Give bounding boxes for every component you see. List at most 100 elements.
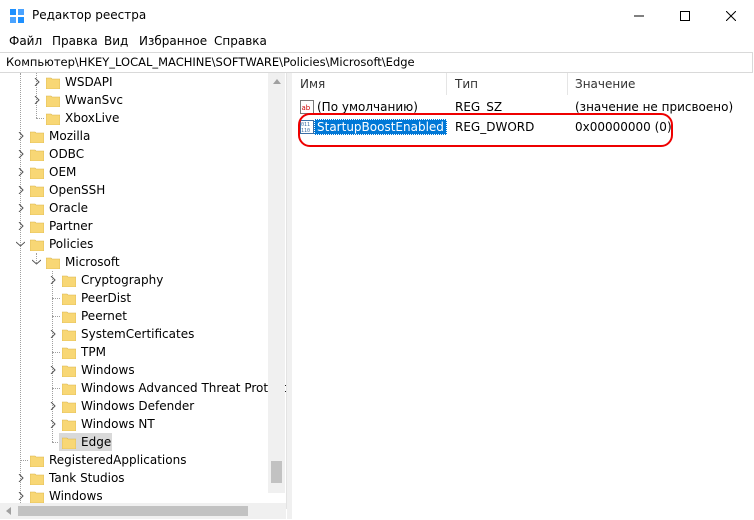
chevron-right-icon[interactable] <box>16 131 26 141</box>
chevron-right-icon[interactable] <box>16 203 26 213</box>
chevron-right-icon[interactable] <box>16 185 26 195</box>
tree-item-label: Tank Studios <box>49 471 125 485</box>
folder-icon <box>62 437 76 449</box>
folder-icon <box>30 185 44 197</box>
tree-guide <box>52 271 53 442</box>
pane-splitter[interactable] <box>287 73 292 519</box>
folder-icon <box>30 131 44 143</box>
scroll-left-arrow-icon[interactable] <box>0 503 17 519</box>
column-header-type[interactable]: Тип <box>455 77 478 91</box>
tree-item-label: Windows NT <box>81 417 155 431</box>
menu-file[interactable]: Файл <box>9 34 42 48</box>
chevron-right-icon[interactable] <box>48 419 58 429</box>
tree-item-label: Mozilla <box>49 129 91 143</box>
tree-item-label: SystemCertificates <box>81 327 195 341</box>
value-name: (По умолчанию) <box>317 100 418 114</box>
menu-edit[interactable]: Правка <box>52 34 98 48</box>
folder-icon <box>30 491 44 503</box>
tree-item-label: Windows <box>49 489 103 503</box>
tree-vertical-scrollbar[interactable] <box>268 73 285 493</box>
chevron-right-icon[interactable] <box>16 473 26 483</box>
folder-open-icon <box>46 257 60 269</box>
folder-icon <box>46 77 60 89</box>
maximize-button[interactable] <box>662 0 708 31</box>
chevron-right-icon[interactable] <box>16 221 26 231</box>
chevron-right-icon[interactable] <box>48 329 58 339</box>
tree-item-label: ODBC <box>49 147 85 161</box>
tree-item-label: Microsoft <box>65 255 120 269</box>
tree-item-label: Peernet <box>81 309 127 323</box>
window-title: Редактор реестра <box>32 8 147 22</box>
folder-icon <box>46 113 60 125</box>
tree-item-label: PeerDist <box>81 291 132 305</box>
value-data: (значение не присвоено) <box>575 100 734 114</box>
tree-guide <box>20 460 28 461</box>
chevron-right-icon[interactable] <box>48 275 58 285</box>
tree-item-label: WwanSvc <box>65 93 123 107</box>
scrollbar-thumb[interactable] <box>18 506 248 516</box>
value-type: REG_SZ <box>455 100 503 114</box>
chevron-right-icon[interactable] <box>32 77 42 87</box>
address-bar[interactable]: Компьютер\HKEY_LOCAL_MACHINE\SOFTWARE\Po… <box>0 52 753 73</box>
tree-guide <box>36 118 44 119</box>
folder-icon <box>30 473 44 485</box>
tree-item-label: RegisteredApplications <box>49 453 187 467</box>
tree-horizontal-scrollbar[interactable] <box>0 503 286 519</box>
folder-icon <box>62 365 76 377</box>
key-tree[interactable]: WSDAPI WwanSvc XboxLive Mozilla ODBC OEM… <box>0 73 287 509</box>
folder-icon <box>62 293 76 305</box>
column-header-data[interactable]: Значение <box>575 77 635 91</box>
tree-item-label: Edge <box>81 435 112 449</box>
tree-guide <box>52 388 60 389</box>
chevron-right-icon[interactable] <box>16 167 26 177</box>
folder-icon <box>62 419 76 431</box>
scrollbar-thumb[interactable] <box>271 461 282 483</box>
tree-guide <box>52 316 60 317</box>
maximize-icon <box>680 10 690 21</box>
folder-icon <box>62 329 76 341</box>
folder-icon <box>62 347 76 359</box>
svg-text:ab: ab <box>302 104 311 112</box>
menu-bar: Файл Правка Вид Избранное Справка <box>0 31 754 51</box>
tree-item-label: OpenSSH <box>49 183 106 197</box>
tree-item-label: Windows Advanced Threat Protection <box>81 381 287 395</box>
address-path: Компьютер\HKEY_LOCAL_MACHINE\SOFTWARE\Po… <box>6 55 415 69</box>
chevron-right-icon[interactable] <box>48 365 58 375</box>
column-header-name[interactable]: Имя <box>300 77 325 91</box>
tree-item-label: XboxLive <box>65 111 120 125</box>
tree-item-label: Partner <box>49 219 93 233</box>
registry-editor-icon <box>10 9 24 23</box>
tree-item-label: TPM <box>81 345 106 359</box>
column-divider[interactable] <box>567 73 568 95</box>
folder-icon <box>30 167 44 179</box>
menu-help[interactable]: Справка <box>214 34 267 48</box>
scroll-up-arrow-icon[interactable] <box>268 73 285 90</box>
chevron-down-icon[interactable] <box>31 257 41 267</box>
chevron-right-icon[interactable] <box>16 491 26 501</box>
string-value-icon: ab <box>300 100 314 114</box>
folder-icon <box>62 311 76 323</box>
column-divider[interactable] <box>446 73 447 95</box>
minimize-icon <box>634 15 644 16</box>
tree-item-label: Cryptography <box>81 273 164 287</box>
minimize-button[interactable] <box>616 0 662 31</box>
menu-favorites[interactable]: Избранное <box>139 34 207 48</box>
close-button[interactable] <box>708 0 754 31</box>
chevron-right-icon[interactable] <box>32 95 42 105</box>
folder-icon <box>46 95 60 107</box>
folder-icon <box>62 275 76 287</box>
tree-item-label: OEM <box>49 165 77 179</box>
tree-item-label: WSDAPI <box>65 75 113 89</box>
menu-view[interactable]: Вид <box>104 34 128 48</box>
title-bar: Редактор реестра <box>0 0 754 31</box>
tree-item-label: Oracle <box>49 201 89 215</box>
chevron-down-icon[interactable] <box>15 239 25 249</box>
chevron-right-icon[interactable] <box>16 149 26 159</box>
tree-guide <box>52 352 60 353</box>
tree-item-label: Windows Defender <box>81 399 195 413</box>
close-icon <box>726 10 736 21</box>
folder-icon <box>62 401 76 413</box>
folder-icon <box>30 221 44 233</box>
chevron-right-icon[interactable] <box>48 401 58 411</box>
highlight-annotation <box>298 113 673 147</box>
